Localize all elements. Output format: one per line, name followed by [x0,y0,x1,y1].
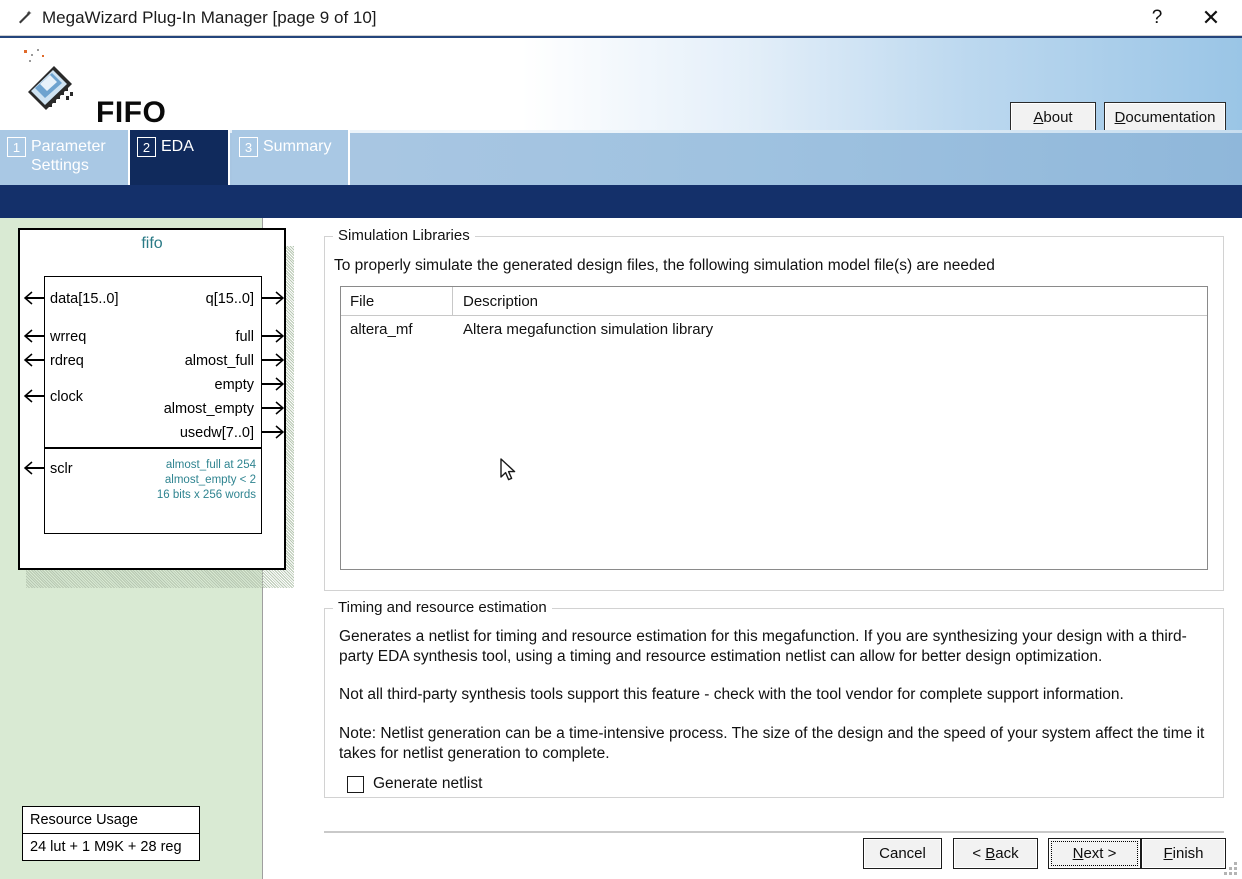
about-accel: A [1033,108,1044,126]
dialog-body: fifo data[15..0] wrreq rdreq clock sclr … [0,218,1242,879]
resize-grip[interactable] [1224,862,1238,876]
documentation-button[interactable]: Documentation [1104,102,1226,132]
mouse-cursor [500,458,516,481]
simulation-libraries-title: Simulation Libraries [333,227,475,244]
window-controls: ? ✕ [1134,0,1242,36]
table-header-row: File Description [341,287,1207,316]
resource-usage-box: Resource Usage 24 lut + 1 M9K + 28 reg [22,806,200,861]
fifo-block-symbol: fifo data[15..0] wrreq rdreq clock sclr … [18,228,286,570]
timing-paragraph-3: Note: Netlist generation can be a time-i… [339,725,1205,762]
simulation-libraries-table[interactable]: File Description altera_mf Altera megafu… [340,286,1208,570]
tab-parameter-settings[interactable]: 1 Parameter Settings [0,130,130,185]
symbol-preview-pane: fifo data[15..0] wrreq rdreq clock sclr … [0,218,294,879]
tab-number-2: 2 [137,137,156,157]
resource-usage-value: 24 lut + 1 M9K + 28 reg [30,839,182,855]
cell-file: altera_mf [350,321,413,338]
resource-usage-header: Resource Usage [23,807,199,834]
column-header-file: File [341,287,453,315]
tab-label-eda: EDA [161,138,194,155]
about-label-rest: bout [1043,108,1073,126]
back-label-rest: ack [995,845,1019,862]
product-title: FIFO [96,96,167,129]
table-row[interactable]: altera_mf Altera megafunction simulation… [341,316,1207,343]
product-banner: FIFO About Documentation [0,36,1242,132]
wizard-tab-strip: 1 Parameter Settings 2 EDA 3 Summary [0,130,1242,185]
finish-button[interactable]: Finish [1141,838,1226,869]
finish-label-rest: inish [1172,845,1204,862]
finish-accel: F [1163,845,1173,862]
back-button[interactable]: < Back [953,838,1038,869]
tab-summary[interactable]: 3 Summary [232,130,350,185]
tab-label-parameter-settings: Parameter Settings [31,138,106,174]
simulation-libraries-description: To properly simulate the generated desig… [334,257,995,274]
generate-netlist-checkbox-row[interactable]: Generate netlist [347,775,482,793]
footer-separator [324,831,1224,833]
back-accel: B [985,845,996,862]
timing-resource-estimation-group: Timing and resource estimation Generates… [324,599,1224,798]
tab-accent-band [0,185,1242,218]
about-button[interactable]: About [1010,102,1096,132]
close-button[interactable]: ✕ [1180,0,1242,36]
timing-paragraph-1: Generates a netlist for timing and resou… [339,628,1187,665]
tab-number-3: 3 [239,137,258,157]
port-wires [23,291,285,475]
focus-ring [1051,841,1138,866]
tab-number-1: 1 [7,137,26,157]
window-title: MegaWizard Plug-In Manager [page 9 of 10… [42,7,377,27]
documentation-accel: D [1114,108,1126,126]
eda-page-content: Simulation Libraries To properly simulat… [264,218,1242,879]
window-title-bar: MegaWizard Plug-In Manager [page 9 of 10… [0,0,1242,36]
cell-description: Altera megafunction simulation library [463,321,714,338]
wizard-wand-icon [12,9,38,27]
timing-paragraph-2: Not all third-party synthesis tools supp… [339,686,1124,703]
generate-netlist-label: Generate netlist [373,775,483,792]
altera-megafunction-logo [24,49,73,110]
tab-label-summary: Summary [263,138,332,155]
help-button[interactable]: ? [1134,0,1180,36]
timing-resource-estimation-title: Timing and resource estimation [333,599,552,616]
next-button[interactable]: Next > [1048,838,1141,869]
documentation-label-rest: ocumentation [1125,108,1216,126]
column-header-description: Description [463,292,539,310]
generate-netlist-checkbox[interactable] [347,775,364,793]
tab-eda[interactable]: 2 EDA [130,130,230,185]
cancel-button[interactable]: Cancel [863,838,942,869]
